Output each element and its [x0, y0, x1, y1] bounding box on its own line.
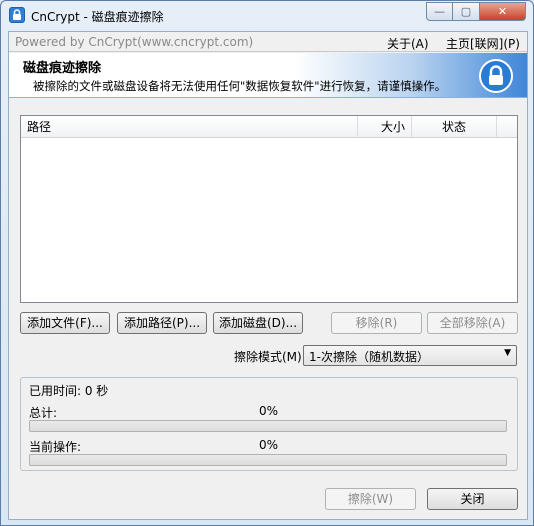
window-title: CnCrypt - 磁盘痕迹擦除	[31, 10, 164, 24]
total-percent: 0%	[259, 404, 279, 418]
main-window: CnCrypt - 磁盘痕迹擦除 — ▢ ✕ Powered by CnCryp…	[0, 0, 534, 526]
current-operation-label: 当前操作:	[29, 440, 82, 454]
column-header-status[interactable]: 状态	[412, 116, 497, 138]
erase-mode-select[interactable]: 1-次擦除（随机数据） ▼	[303, 345, 517, 366]
column-header-size[interactable]: 大小	[358, 116, 412, 138]
current-progress-bar	[29, 454, 507, 466]
erase-mode-value: 1-次擦除（随机数据）	[309, 350, 429, 364]
close-window-button[interactable]: ✕	[480, 2, 526, 21]
header-banner: 磁盘痕迹擦除 被擦除的文件或磁盘设备将无法使用任何"数据恢复软件"进行恢复，请谨…	[9, 53, 527, 98]
app-lock-icon	[9, 7, 25, 23]
erase-button[interactable]: 擦除(W)	[325, 488, 416, 510]
column-header-path[interactable]: 路径	[21, 116, 358, 138]
erase-mode-label: 擦除模式(M)	[234, 350, 302, 364]
menu-bar: Powered by CnCrypt(www.cncrypt.com) 关于(A…	[9, 32, 527, 52]
minimize-icon: —	[434, 5, 445, 18]
file-list-header: 路径 大小 状态	[21, 116, 517, 138]
total-label: 总计:	[29, 406, 58, 420]
add-path-button[interactable]: 添加路径(P)...	[117, 312, 207, 334]
add-file-button[interactable]: 添加文件(F)...	[20, 312, 110, 334]
minimize-button[interactable]: —	[426, 2, 453, 21]
client-area: Powered by CnCrypt(www.cncrypt.com) 关于(A…	[8, 31, 528, 520]
remove-all-button[interactable]: 全部移除(A)	[427, 312, 518, 334]
total-progress-bar	[29, 420, 507, 432]
elapsed-time: 已用时间: 0 秒	[29, 384, 109, 398]
close-icon: ✕	[497, 5, 508, 18]
menu-about[interactable]: 关于(A)	[387, 35, 429, 52]
current-operation-percent: 0%	[259, 438, 279, 452]
add-disk-button[interactable]: 添加磁盘(D)...	[213, 312, 303, 334]
banner-title: 磁盘痕迹擦除	[23, 61, 102, 76]
banner-description: 被擦除的文件或磁盘设备将无法使用任何"数据恢复软件"进行恢复，请谨慎操作。	[33, 79, 447, 93]
progress-panel: 已用时间: 0 秒 总计: 0% 当前操作: 0%	[20, 377, 518, 471]
file-list[interactable]: 路径 大小 状态	[20, 115, 518, 303]
title-bar[interactable]: CnCrypt - 磁盘痕迹擦除 — ▢ ✕	[1, 1, 533, 31]
maximize-icon: ▢	[460, 5, 472, 18]
close-button[interactable]: 关闭	[427, 488, 518, 510]
chevron-down-icon: ▼	[504, 348, 511, 358]
maximize-button[interactable]: ▢	[453, 2, 480, 21]
powered-by-text: Powered by CnCrypt(www.cncrypt.com)	[15, 35, 254, 49]
menu-home[interactable]: 主页[联网](P)	[446, 35, 520, 52]
remove-button[interactable]: 移除(R)	[331, 312, 422, 334]
lock-icon	[479, 59, 513, 93]
